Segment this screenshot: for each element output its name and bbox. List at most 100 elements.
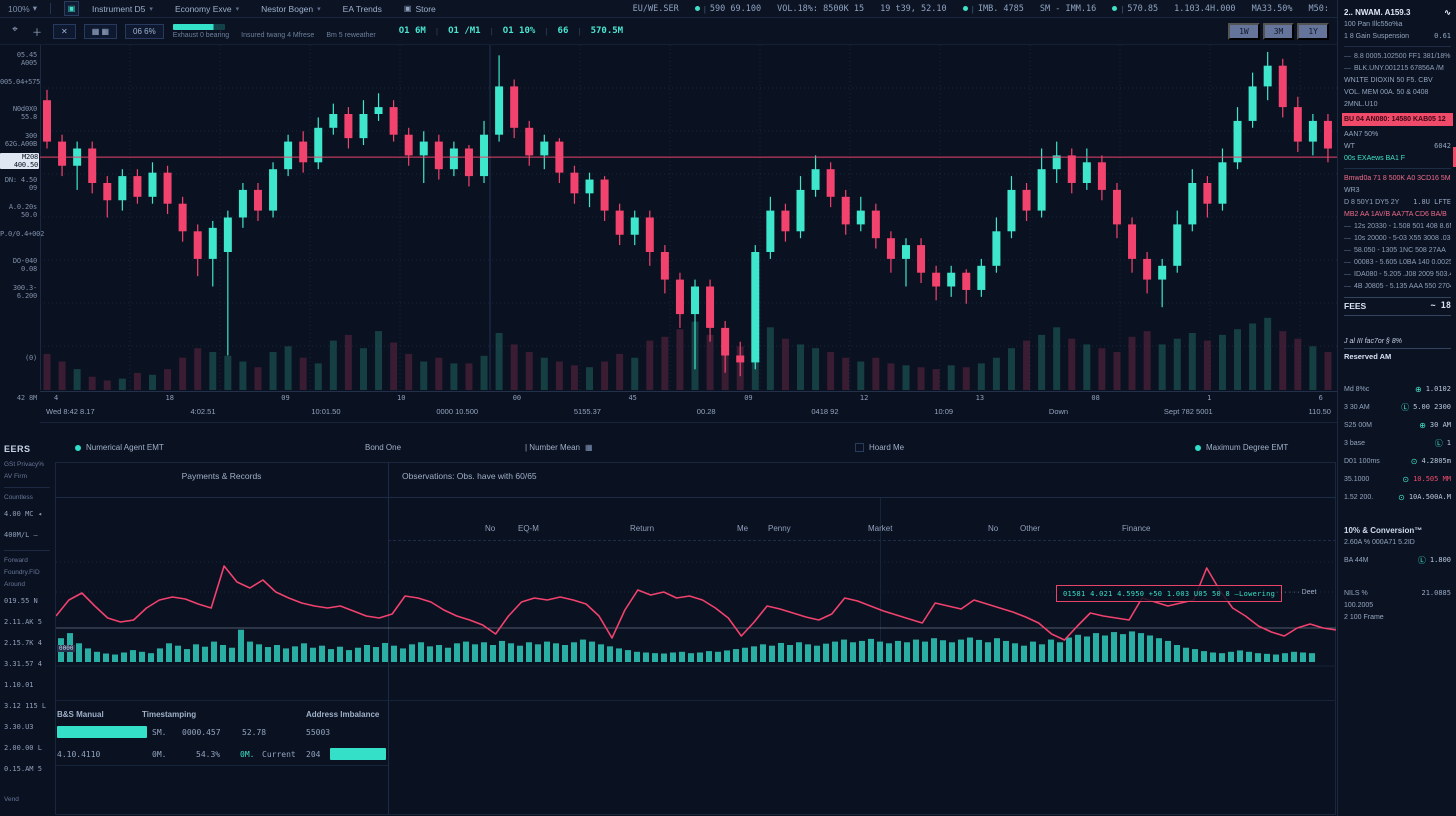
app-icon-button[interactable]: ▣ — [64, 1, 79, 16]
left-sidebar-item-3-12-115-l[interactable]: 3.12 115 L — [4, 696, 50, 717]
price-label: 300.3-6.200 — [0, 284, 37, 300]
kv-value: 1.8U LFTE — [1413, 198, 1451, 207]
menu-nestor-bogen[interactable]: Nestor Bogen▾ — [261, 4, 321, 14]
readout-sm-imm-16: SM - IMM.16 — [1040, 4, 1096, 14]
layout-grid-box[interactable]: ▦ ▦ — [84, 24, 117, 39]
sidebar-text-wn1te-dioxin-50-f5-cbv: WN1TE DIOXIN 50 F5. CBV — [1344, 76, 1451, 85]
sidebar-text-aan7-50: AAN7 50% — [1344, 130, 1451, 139]
stat-o1-m1: O1 /M1 — [448, 26, 481, 36]
sidebar-text-j-al-iii-fac7or-8: J al III fac7or § 8% — [1344, 337, 1451, 349]
tab-observations[interactable]: Observations: Obs. have with 60/65 — [402, 471, 537, 481]
sidebar-text-2-60a-000a71-5-2id: 2.60A % 000A71 5.2ID — [1344, 538, 1451, 547]
kv-row-1-8-gain-suspension: 1 8 Gain Suspension0.61 — [1344, 32, 1451, 41]
dash-icon: — — [1344, 235, 1351, 242]
divider — [1344, 46, 1451, 47]
rule — [56, 765, 388, 766]
stat-icon: Ⓛ — [1401, 403, 1409, 412]
stat-row-s25-00m: S25 00M⊕30 AM — [1344, 421, 1451, 430]
x-label-110-50: 110.50 — [1309, 407, 1331, 421]
table-header-timestamping: Timestamping — [142, 710, 196, 719]
status-dot-icon — [695, 6, 700, 11]
progress-pill[interactable] — [173, 24, 225, 30]
zoom-control[interactable]: 100% ▾ — [8, 3, 37, 14]
kv-row-d-8-50y1-dy5-2y: D 8 50Y1 DY5 2Y1.8U LFTE — [1344, 198, 1451, 207]
left-sidebar-item-4-00-mc[interactable]: 4.00 MC ◂ — [4, 504, 50, 525]
x-tick: 09 — [281, 394, 289, 404]
sidebar-text-100-2005: 100.2005 — [1344, 601, 1451, 610]
candlestick-chart[interactable] — [40, 45, 1337, 390]
left-sidebar-item-019-55-n[interactable]: 019.55 N — [4, 591, 50, 612]
status-dot-icon — [963, 6, 968, 11]
plus-icon[interactable]: ＋ — [30, 24, 44, 39]
menu-economy-exve[interactable]: Economy Exve▾ — [175, 4, 239, 14]
left-sidebar-item-1-10-01[interactable]: 1.10.01 — [4, 675, 50, 696]
grid-icon: ▦ — [585, 443, 593, 452]
stat-row-d01-100ms: D01 100ms⊙4.2805m — [1344, 457, 1451, 466]
stat-label: 3 base — [1344, 439, 1431, 448]
stat-row-ba-44m: BA 44MⓁ1.800 — [1344, 556, 1451, 565]
period-button-1y[interactable]: 1Y — [1297, 23, 1329, 40]
kv-label: 1 8 Gain Suspension — [1344, 32, 1409, 41]
list-text: 00083 - 5.605 L0BA 140 0.0025 — [1354, 259, 1451, 266]
readout-590-69-100: |590 69.100 — [695, 4, 761, 14]
toolbar-label-exhaust-0-bearing: Exhaust 0 bearing — [173, 32, 229, 39]
sidebar-text-wr3: WR3 — [1344, 186, 1451, 195]
wave-icon: ∿ — [1444, 8, 1451, 17]
legend-dot-icon — [75, 445, 81, 451]
legend-toggle-maximum-degree-emt[interactable]: Maximum Degree EMT — [1195, 443, 1288, 452]
percent-box[interactable]: 06 6% — [125, 24, 164, 39]
menu-label: Store — [415, 4, 435, 14]
left-sidebar-item-3-31-57-4[interactable]: 3.31.57 4 — [4, 654, 50, 675]
readout-value: MA33.50% — [1252, 4, 1293, 14]
x-tick: 6 — [1319, 394, 1323, 404]
toolbar-boxes: ✕ ▦ ▦ 06 6% — [53, 24, 164, 39]
dash-icon: — — [1344, 283, 1351, 290]
left-sidebar: EERSGSt Privacy%AV FirmCountless4.00 MC … — [0, 440, 52, 806]
left-sidebar-item-2-11-ak-5[interactable]: 2.11.AK 5 — [4, 612, 50, 633]
period-button-1w[interactable]: 1W — [1228, 23, 1260, 40]
readout-eu-we-ser: EU/WE.SER — [633, 4, 679, 14]
alert-row[interactable]: BU 04 AN080: 14580 KAB05 12 — [1342, 113, 1453, 126]
menu-instrument-d5[interactable]: Instrument D5▾ — [92, 4, 153, 14]
chart-toolbar: ⌖＋ ✕▦ ▦06 6% Exhaust 0 bearingInsured tw… — [0, 18, 1337, 45]
menu-ea-trends[interactable]: EA Trends — [343, 4, 382, 14]
stat-icon: Ⓛ — [1435, 439, 1443, 448]
divider: | — [436, 26, 438, 36]
legend-toggle-numerical-agent-emt[interactable]: Numerical Agent EMT — [75, 443, 164, 452]
chevron-down-icon: ▾ — [149, 5, 153, 13]
price-label: N0d0X0 55.8 — [0, 105, 37, 121]
pan-icon[interactable]: ⌖ — [8, 24, 22, 39]
stat-66: 66 — [558, 26, 569, 36]
menu-store[interactable]: ▣Store — [404, 4, 436, 14]
oscillator-chart[interactable] — [56, 548, 1336, 668]
tab-payments-records[interactable]: Payments & Records — [55, 471, 388, 481]
readout-value: EU/WE.SER — [633, 4, 679, 14]
list-text: IDA080 - 5.205 .J08 2009 503.4 — [1354, 271, 1451, 278]
list-row-58-050-1305-1nc-508-27aa: —58.050 - 1305 1NC 508 27AA — [1344, 246, 1451, 255]
divider: | — [972, 4, 974, 14]
left-sidebar-item-2-15-7k-4[interactable]: 2.15.7K 4 — [4, 633, 50, 654]
price-label: 42 8M — [0, 394, 37, 402]
table-cell: 54.3% — [196, 750, 220, 759]
left-sidebar-item-2-00-00-l[interactable]: 2.00.00 L — [4, 738, 50, 759]
table-cell: 52.78 — [242, 728, 266, 737]
x-label-10-09: 10:09 — [934, 407, 953, 421]
readout-19-t39-52-10: 19 t39, 52.10 — [880, 4, 947, 14]
legend-toggle-hoard-me[interactable]: Hoard Me — [855, 443, 904, 452]
left-sidebar-item-vend: Vend — [4, 794, 50, 806]
dash-icon: — — [1344, 247, 1351, 254]
left-sidebar-item-400m-l[interactable]: 400M/L — — [4, 525, 50, 546]
column-header-me: Me — [737, 524, 748, 533]
x-tick: 1 — [1207, 394, 1211, 404]
legend-toggle-number-mean[interactable]: | Number Mean▦ — [525, 443, 593, 452]
legend-toggle-bond-one[interactable]: Bond One — [365, 443, 401, 452]
close-box[interactable]: ✕ — [53, 24, 76, 39]
chart-annotation[interactable]: 01581 4.021 4.5950 +50 1.003 U05 50 8 —L… — [1056, 585, 1282, 602]
stat-row-3-base: 3 baseⓁ1 — [1344, 439, 1451, 448]
period-button-3m[interactable]: 3M — [1263, 23, 1295, 40]
fees-row[interactable]: FEES~ 18 — [1344, 297, 1451, 316]
stat-value: 1.0102 — [1426, 385, 1451, 394]
left-sidebar-item-3-30-u3[interactable]: 3.30.U3 — [4, 717, 50, 738]
app-icon: ▣ — [68, 4, 76, 13]
left-sidebar-item-0-15-am-5[interactable]: 0.15.AM 5 — [4, 759, 50, 780]
